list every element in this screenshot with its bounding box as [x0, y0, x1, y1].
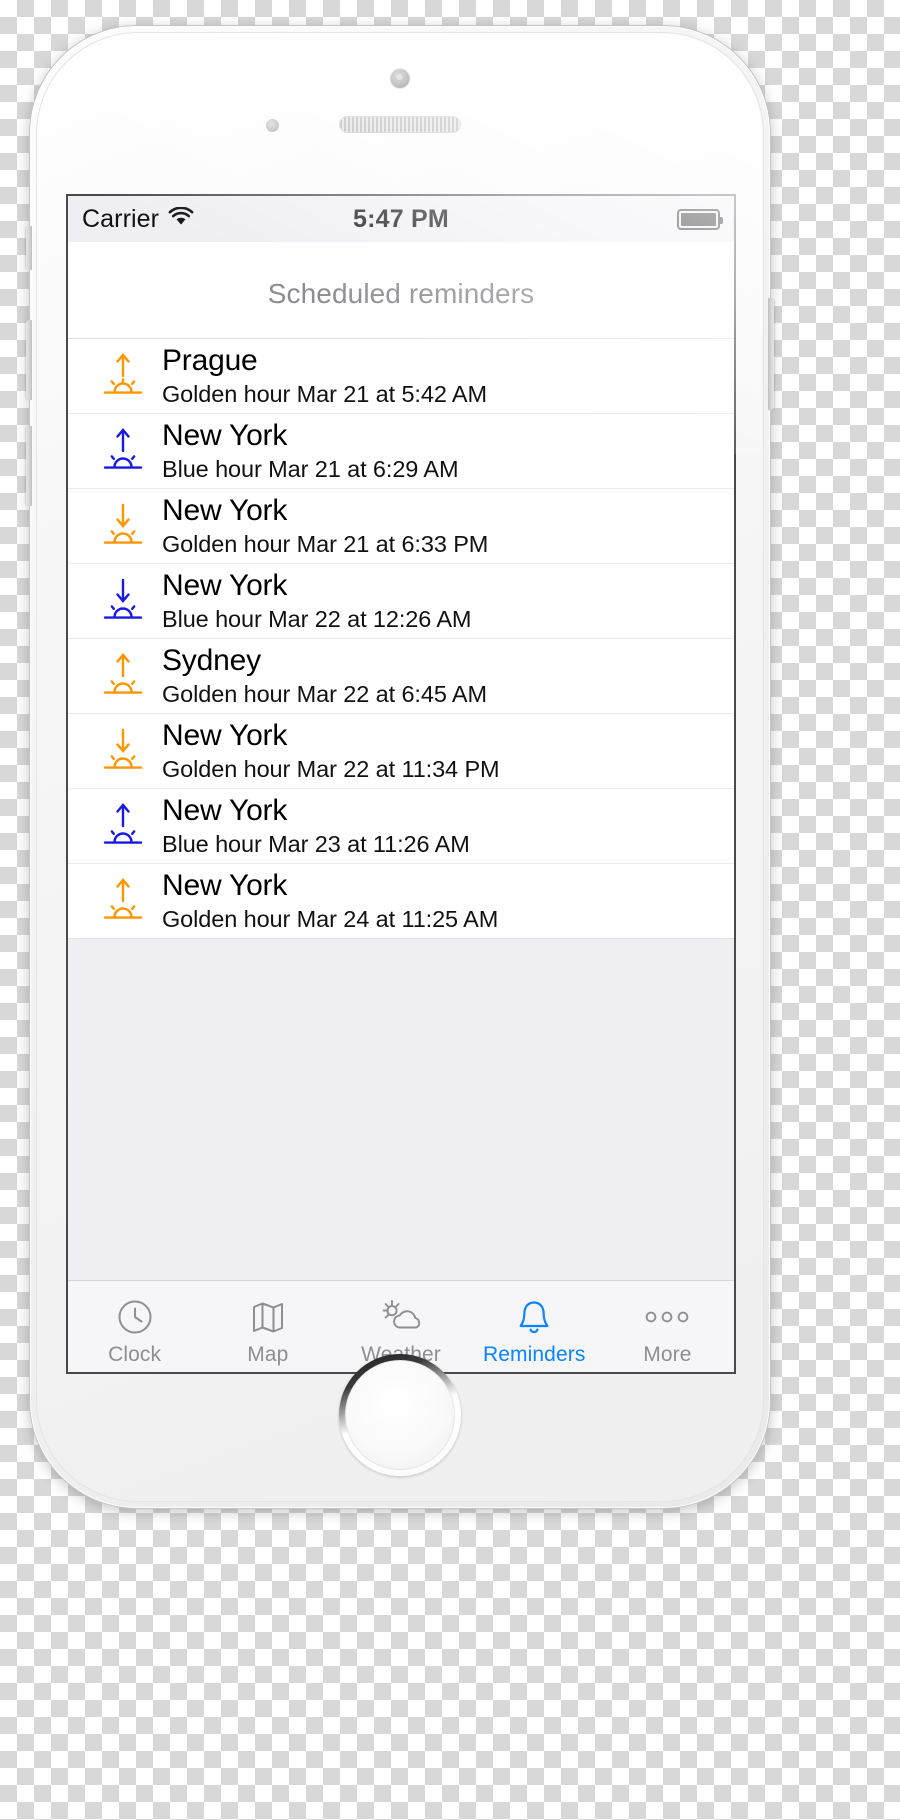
reminder-text: New York Golden hour Mar 22 at 11:34 PM: [156, 719, 734, 784]
reminder-city: New York: [162, 718, 288, 752]
reminder-city: New York: [162, 793, 288, 827]
reminder-detail: Blue hour Mar 21 at 6:29 AM: [162, 456, 459, 483]
clock-icon: [115, 1295, 155, 1339]
sunrise-icon: [90, 348, 156, 404]
reminder-city: New York: [162, 568, 288, 602]
reminder-detail: Golden hour Mar 22 at 6:45 AM: [162, 681, 487, 708]
reminder-detail: Golden hour Mar 21 at 6:33 PM: [162, 531, 489, 558]
phone-screen: Carrier 5:47 PM Scheduled reminders Prag…: [66, 194, 736, 1374]
home-button[interactable]: [339, 1354, 461, 1476]
reminder-row[interactable]: Sydney Golden hour Mar 22 at 6:45 AM: [68, 638, 734, 713]
reminder-text: Prague Golden hour Mar 21 at 5:42 AM: [156, 344, 734, 409]
sunset-icon: [90, 498, 156, 554]
reminder-row[interactable]: New York Golden hour Mar 21 at 6:33 PM: [68, 488, 734, 563]
reminder-city: New York: [162, 493, 288, 527]
phone-device: Carrier 5:47 PM Scheduled reminders Prag…: [26, 25, 774, 1509]
reminder-text: New York Blue hour Mar 23 at 11:26 AM: [156, 794, 734, 859]
battery-full-icon: [677, 208, 723, 230]
carrier-label: Carrier: [82, 204, 160, 233]
tab-label: Map: [247, 1342, 289, 1366]
proximity-sensor-icon: [266, 119, 279, 132]
reminder-detail: Golden hour Mar 24 at 11:25 AM: [162, 906, 499, 933]
map-icon: [248, 1295, 288, 1339]
wifi-icon: [168, 205, 194, 234]
sunrise-icon: [90, 423, 156, 479]
reminder-row[interactable]: Prague Golden hour Mar 21 at 5:42 AM: [68, 338, 734, 413]
status-bar: Carrier 5:47 PM: [68, 196, 734, 242]
weather-sun-cloud-icon: [379, 1295, 423, 1339]
sunrise-icon: [90, 873, 156, 929]
power-button[interactable]: [768, 298, 774, 410]
reminder-row[interactable]: New York Golden hour Mar 24 at 11:25 AM: [68, 863, 734, 938]
reminder-text: New York Blue hour Mar 22 at 12:26 AM: [156, 569, 734, 634]
reminder-row[interactable]: New York Blue hour Mar 21 at 6:29 AM: [68, 413, 734, 488]
tab-reminders[interactable]: Reminders: [468, 1281, 601, 1372]
tab-label: Reminders: [482, 1342, 586, 1366]
volume-down-button[interactable]: [26, 426, 32, 506]
sunrise-icon: [90, 648, 156, 704]
reminder-row[interactable]: New York Blue hour Mar 23 at 11:26 AM: [68, 788, 734, 863]
reminder-detail: Blue hour Mar 22 at 12:26 AM: [162, 606, 472, 633]
reminder-city: Prague: [162, 343, 258, 377]
status-bar-left: Carrier: [82, 205, 194, 234]
reminder-city: Sydney: [162, 643, 261, 677]
tab-label: Clock: [108, 1342, 162, 1366]
reminders-content: Scheduled reminders Prague Golden hour M…: [68, 242, 734, 1280]
reminders-list: Prague Golden hour Mar 21 at 5:42 AM New…: [68, 338, 734, 938]
list-bottom-divider: [68, 938, 734, 939]
reminder-detail: Golden hour Mar 21 at 5:42 AM: [162, 381, 487, 408]
volume-up-button[interactable]: [26, 320, 32, 400]
reminder-city: New York: [162, 418, 288, 452]
reminder-text: New York Blue hour Mar 21 at 6:29 AM: [156, 419, 734, 484]
sunrise-icon: [90, 798, 156, 854]
reminder-detail: Blue hour Mar 23 at 11:26 AM: [162, 831, 470, 858]
list-section-header: Scheduled reminders: [68, 242, 734, 338]
reminder-detail: Golden hour Mar 22 at 11:34 PM: [162, 756, 500, 783]
more-dots-icon: [640, 1295, 694, 1339]
tab-more[interactable]: More: [601, 1281, 734, 1372]
tab-map[interactable]: Map: [201, 1281, 334, 1372]
tab-clock[interactable]: Clock: [68, 1281, 201, 1372]
status-bar-right: [677, 208, 723, 230]
tab-label: More: [643, 1342, 692, 1366]
sunset-icon: [90, 573, 156, 629]
reminder-row[interactable]: New York Golden hour Mar 22 at 11:34 PM: [68, 713, 734, 788]
earpiece-speaker-icon: [339, 116, 461, 133]
bell-icon: [514, 1295, 554, 1339]
reminder-text: New York Golden hour Mar 24 at 11:25 AM: [156, 869, 734, 934]
reminder-city: New York: [162, 868, 288, 902]
sunset-icon: [90, 723, 156, 779]
front-camera-icon: [389, 68, 411, 89]
reminder-text: Sydney Golden hour Mar 22 at 6:45 AM: [156, 644, 734, 709]
reminder-text: New York Golden hour Mar 21 at 6:33 PM: [156, 494, 734, 559]
silent-switch[interactable]: [26, 226, 32, 270]
reminder-row[interactable]: New York Blue hour Mar 22 at 12:26 AM: [68, 563, 734, 638]
